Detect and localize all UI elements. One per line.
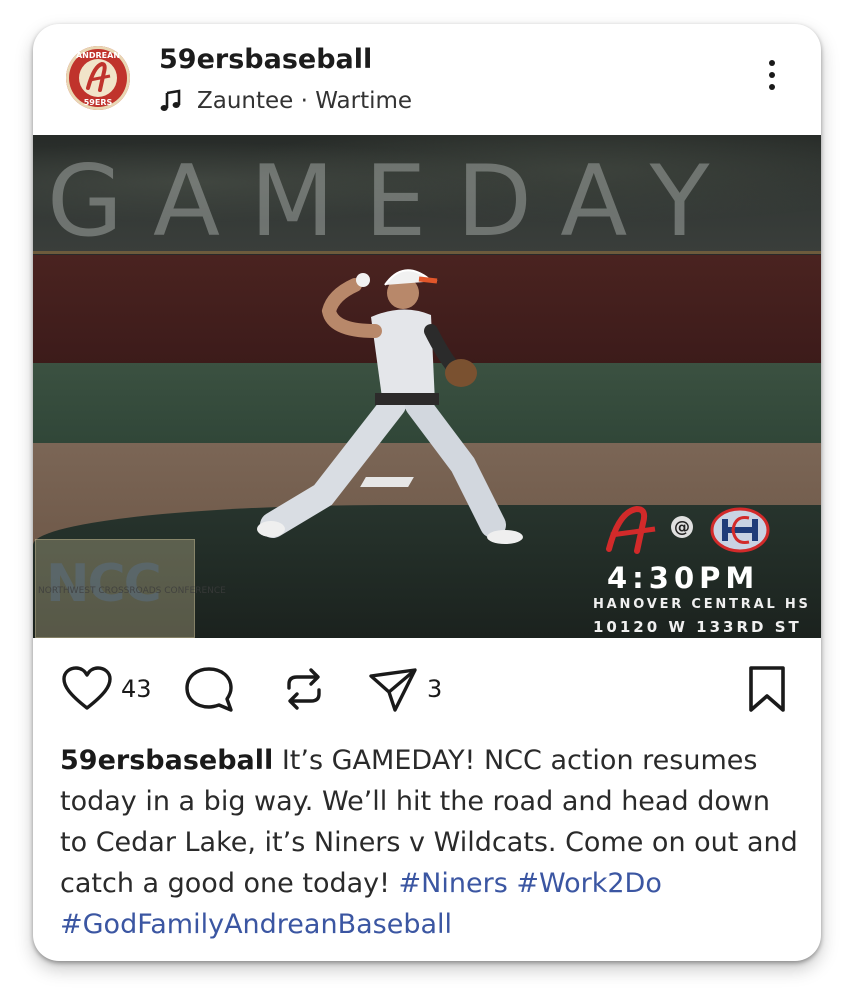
hanover-central-logo [710, 507, 770, 553]
music-label: Zauntee · Wartime [197, 88, 413, 114]
avatar-text-bottom: 59ERS [84, 98, 113, 107]
bookmark-icon [749, 666, 785, 712]
comment-icon [185, 667, 233, 712]
ncc-letters: NCC [46, 554, 162, 614]
avatar[interactable]: ANDREAN 59ERS [66, 46, 130, 110]
bookmark-button[interactable] [745, 664, 789, 714]
andrean-logo: ANDREAN 59ERS [76, 51, 120, 107]
caption-username[interactable]: 59ersbaseball [60, 745, 273, 776]
andrean-team-logo [606, 505, 656, 554]
repost-icon [287, 668, 321, 710]
send-icon [369, 668, 417, 712]
more-icon[interactable] [757, 60, 787, 96]
like-button[interactable]: 43 [61, 664, 152, 714]
like-count: 43 [121, 675, 152, 703]
post-username[interactable]: 59ersbaseball [159, 44, 372, 75]
ncc-subtitle: NORTHWEST CROSSROADS CONFERENCE [38, 586, 226, 596]
music-row[interactable]: Zauntee · Wartime [159, 86, 412, 116]
ncc-logo: NCC NORTHWEST CROSSROADS CONFERENCE [35, 539, 226, 638]
matchup-logos: @ [603, 505, 803, 555]
avatar-text-top: ANDREAN [76, 51, 120, 60]
venue-address: 10120 W 133RD ST [593, 618, 802, 636]
music-note-icon [160, 89, 181, 111]
hashtag[interactable]: #Niners [399, 868, 508, 899]
venue-name: HANOVER CENTRAL HS [593, 597, 811, 612]
at-sign: @ [671, 516, 693, 538]
repost-button[interactable] [279, 664, 329, 714]
comment-button[interactable] [183, 664, 235, 714]
post-card: ANDREAN 59ERS 59ersbaseball Zauntee · Wa… [33, 24, 821, 961]
hashtag[interactable]: #Work2Do [516, 868, 661, 899]
post-caption: 59ersbaseball It’s GAMEDAY! NCC action r… [60, 740, 800, 945]
share-count: 3 [427, 675, 443, 703]
game-time: 4:30PM [607, 561, 760, 595]
hashtag[interactable]: #GodFamilyAndreanBaseball [60, 909, 452, 940]
share-button[interactable]: 3 [367, 664, 442, 714]
heart-icon [62, 666, 112, 710]
post-image[interactable]: GAMEDAY NCC NORTHWEST CROSSROADS CONFERE… [33, 135, 821, 638]
